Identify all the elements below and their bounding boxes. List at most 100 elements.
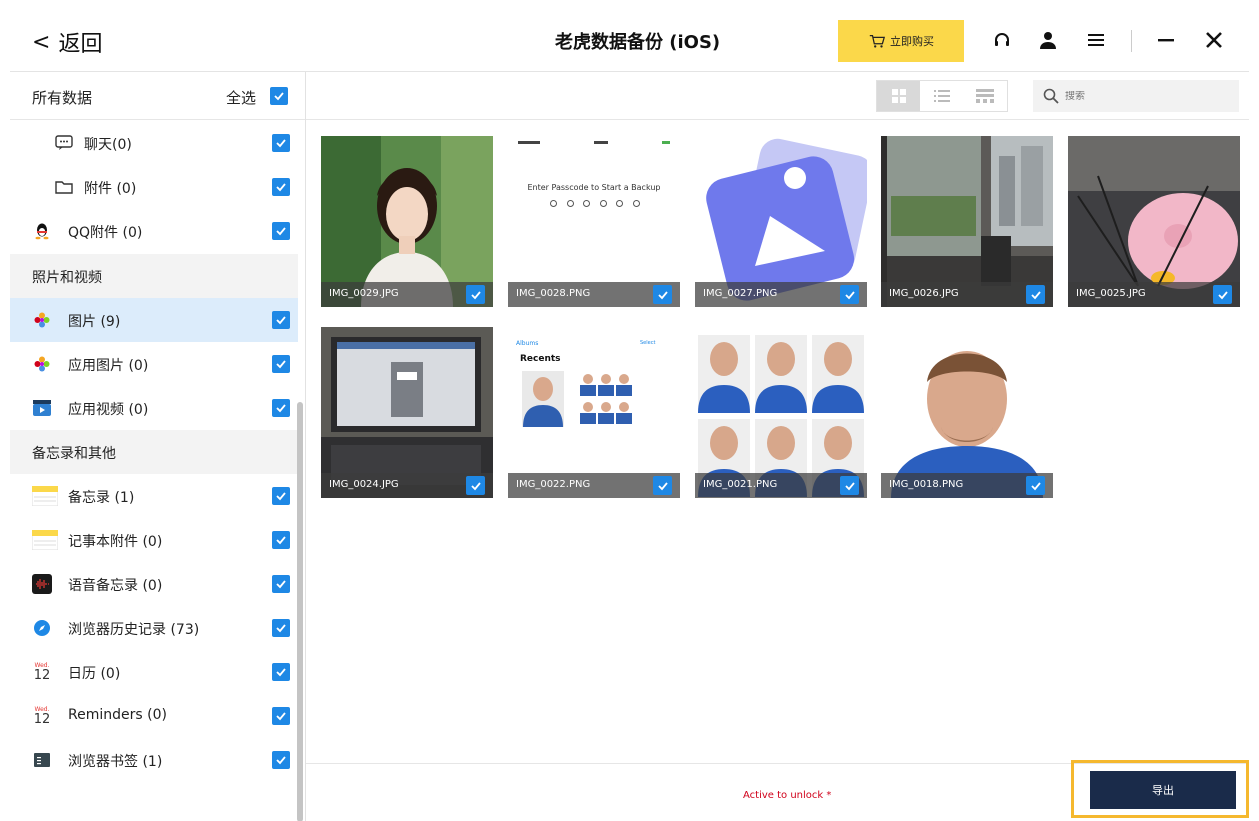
thumbnail-checkbox[interactable] [466, 285, 485, 304]
titlebar-divider [1131, 30, 1132, 52]
thumbnail-checkbox[interactable] [840, 476, 859, 495]
thumbnail-item[interactable]: IMG_0026.JPG [881, 136, 1053, 307]
thumbnail-item[interactable]: IMG_0029.JPG [321, 136, 493, 307]
sidebar-item-notepad-attachments[interactable]: 记事本附件 (0) [10, 518, 298, 562]
sidebar-item-reminders[interactable]: Wed. 12 Reminders (0) [10, 694, 298, 738]
thumbnail-checkbox[interactable] [840, 285, 859, 304]
sidebar-item-label: 聊天(0) [84, 137, 132, 153]
sidebar-item-label: Reminders (0) [68, 707, 167, 723]
title-bar: < 返回 老虎数据备份 (iOS) 立即购买 [10, 10, 1249, 72]
select-label: Select [640, 340, 656, 346]
buy-now-button[interactable]: 立即购买 [838, 20, 964, 62]
sidebar-item-label: 浏览器书签 (1) [68, 754, 163, 770]
chat-bubble-icon [54, 133, 74, 153]
photos-flower-icon [32, 354, 52, 374]
thumbnail-checkbox[interactable] [1026, 285, 1045, 304]
content-toolbar [306, 72, 1249, 120]
search-icon [1043, 88, 1059, 104]
item-checkbox[interactable] [272, 531, 290, 549]
all-data-label: 所有数据 [32, 89, 93, 107]
thumbnail-checkbox[interactable] [653, 476, 672, 495]
search-input[interactable] [1065, 90, 1225, 102]
sidebar-item-browser-bookmarks[interactable]: 浏览器书签 (1) [10, 738, 298, 782]
thumbnail-filename: IMG_0021.PNG [703, 479, 778, 490]
sidebar-item-notes[interactable]: 备忘录 (1) [10, 474, 298, 518]
thumbnail-checkbox[interactable] [653, 285, 672, 304]
bookmark-book-icon [32, 750, 52, 770]
sidebar-item-label: 日历 (0) [68, 666, 121, 682]
section-title: 照片和视频 [32, 270, 102, 286]
back-button[interactable]: < 返回 [32, 26, 102, 58]
select-all-checkbox[interactable] [270, 87, 288, 105]
sidebar-item-pictures[interactable]: 图片 (9) [10, 298, 298, 342]
thumbnail-item[interactable]: IMG_0025.JPG [1068, 136, 1240, 307]
thumbnail-item[interactable]: Enter Passcode to Start a Backup IMG_002… [508, 136, 680, 307]
item-checkbox[interactable] [272, 663, 290, 681]
item-checkbox[interactable] [272, 178, 290, 196]
sidebar-item-browser-history[interactable]: 浏览器历史记录 (73) [10, 606, 298, 650]
thumbnail-filename: IMG_0025.JPG [1076, 288, 1146, 299]
thumbnail-checkbox[interactable] [1026, 476, 1045, 495]
sidebar-item-app-videos[interactable]: 应用视频 (0) [10, 386, 298, 430]
thumbnail-filename: IMG_0026.JPG [889, 288, 959, 299]
sidebar-item-label: 浏览器历史记录 (73) [68, 622, 200, 638]
thumbnail-filename: IMG_0027.PNG [703, 288, 778, 299]
calendar-icon: Wed. 12 [33, 661, 51, 683]
thumbnail-item[interactable]: Albums Select Recents IMG_0022.PNG [508, 327, 680, 498]
app-title: 老虎数据备份 (iOS) [555, 32, 721, 53]
section-photos-videos: 照片和视频 [10, 254, 298, 298]
buy-now-label: 立即购买 [890, 36, 934, 48]
item-checkbox[interactable] [272, 399, 290, 417]
back-label: 返回 [58, 32, 103, 57]
thumbnail-checkbox[interactable] [466, 476, 485, 495]
detail-view-button[interactable] [964, 81, 1007, 111]
section-notes-other: 备忘录和其他 [10, 430, 298, 474]
item-checkbox[interactable] [272, 707, 290, 725]
sidebar-item-attachments[interactable]: 附件 (0) [10, 165, 298, 209]
list-view-button[interactable] [920, 81, 963, 111]
thumbnail-grid: IMG_0029.JPG Enter Passcode to Start a B… [321, 136, 1240, 506]
sidebar-item-voice-memos[interactable]: 语音备忘录 (0) [10, 562, 298, 606]
sidebar-scrollbar[interactable] [297, 402, 303, 821]
export-button[interactable]: 导出 [1090, 771, 1236, 809]
item-checkbox[interactable] [272, 355, 290, 373]
menu-icon[interactable] [1084, 28, 1108, 52]
sidebar-item-calendar[interactable]: Wed. 12 日历 (0) [10, 650, 298, 694]
sidebar-item-label: QQ附件 (0) [68, 225, 143, 241]
thumbnail-filename: IMG_0022.PNG [516, 479, 591, 490]
item-checkbox[interactable] [272, 487, 290, 505]
item-checkbox[interactable] [272, 751, 290, 769]
recents-title: Recents [520, 354, 561, 364]
item-checkbox[interactable] [272, 575, 290, 593]
thumbnail-item[interactable]: IMG_0018.PNG [881, 327, 1053, 498]
item-checkbox[interactable] [272, 222, 290, 240]
sidebar-item-label: 应用图片 (0) [68, 358, 149, 374]
sidebar-item-qq-attachments[interactable]: QQ附件 (0) [10, 209, 298, 253]
minimize-icon[interactable] [1154, 28, 1178, 52]
thumbnail-item[interactable]: IMG_0021.PNG [695, 327, 867, 498]
item-checkbox[interactable] [272, 619, 290, 637]
albums-back-label: Albums [516, 340, 539, 347]
thumbnail-item[interactable]: IMG_0027.PNG [695, 136, 867, 307]
folder-icon [54, 177, 74, 197]
headset-icon[interactable] [990, 28, 1014, 52]
sidebar: 所有数据 全选 聊天(0) 附件 (0) QQ附件 (0) 照片和视频 图片 (… [10, 72, 306, 821]
grid-view-button[interactable] [877, 81, 921, 111]
user-icon[interactable] [1036, 28, 1060, 52]
sidebar-item-label: 备忘录 (1) [68, 490, 135, 506]
qq-penguin-icon [32, 221, 52, 241]
sidebar-item-chat[interactable]: 聊天(0) [10, 121, 298, 165]
sidebar-item-label: 附件 (0) [84, 181, 137, 197]
sidebar-item-app-pictures[interactable]: 应用图片 (0) [10, 342, 298, 386]
select-all-label: 全选 [226, 89, 257, 107]
sidebar-item-label: 语音备忘录 (0) [68, 578, 163, 594]
thumbnail-filename: IMG_0029.JPG [329, 288, 399, 299]
calendar-icon: Wed. 12 [33, 705, 51, 727]
thumbnail-item[interactable]: IMG_0024.JPG [321, 327, 493, 498]
notes-icon [32, 530, 58, 550]
sidebar-item-label: 图片 (9) [68, 314, 121, 330]
item-checkbox[interactable] [272, 134, 290, 152]
item-checkbox[interactable] [272, 311, 290, 329]
thumbnail-checkbox[interactable] [1213, 285, 1232, 304]
close-icon[interactable] [1202, 28, 1226, 52]
